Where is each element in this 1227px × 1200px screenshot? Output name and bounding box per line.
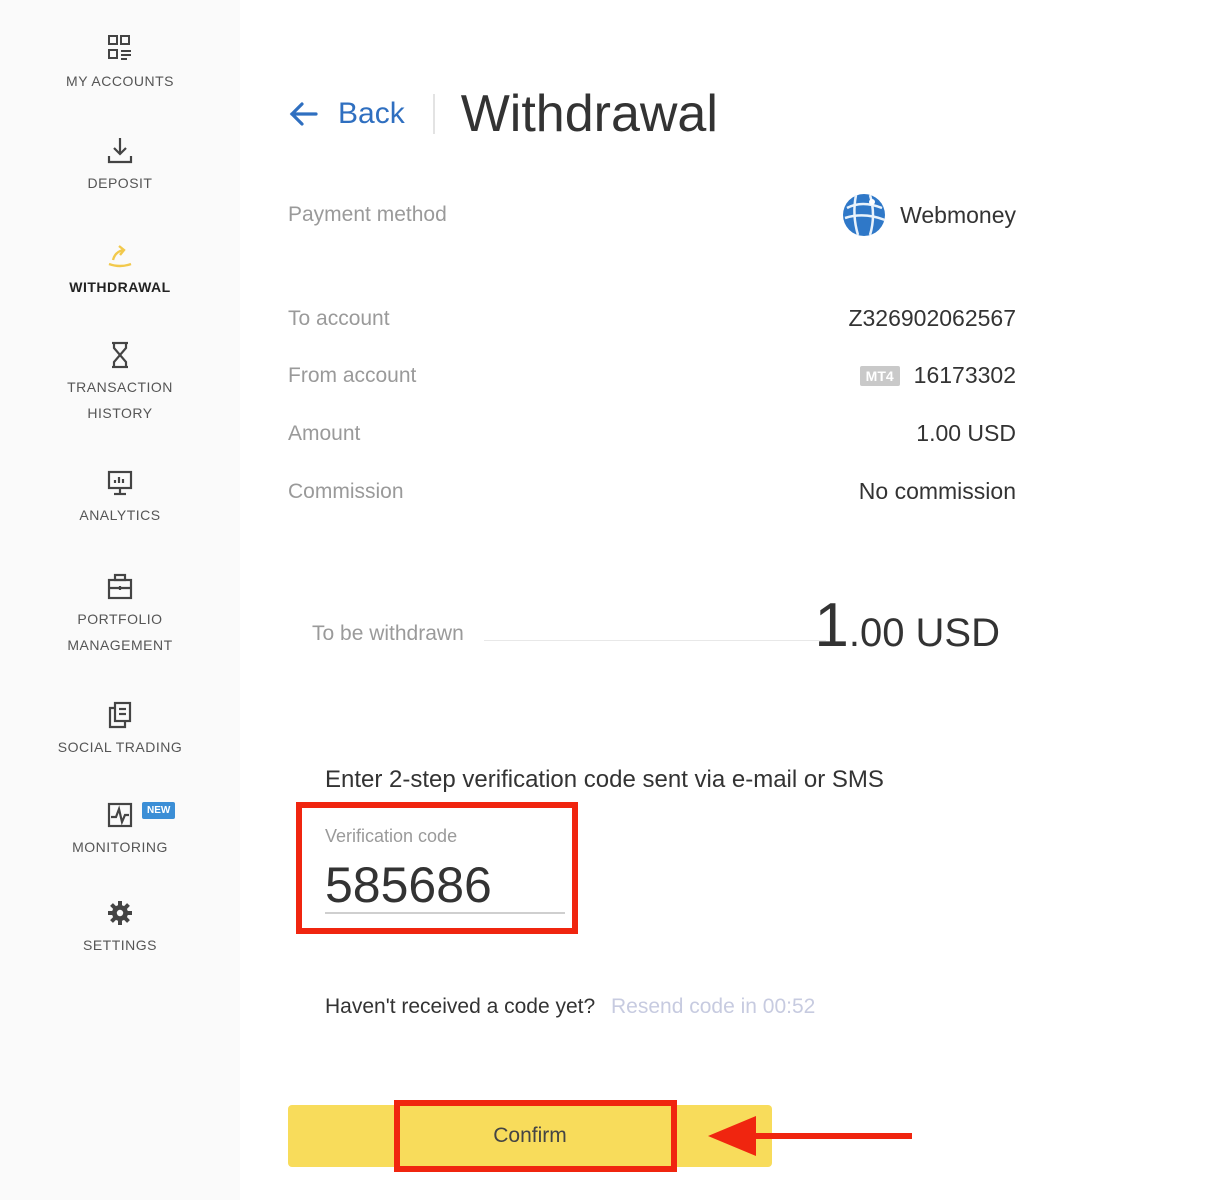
payment-method-row: Payment method Webmoney xyxy=(288,190,1016,240)
from-account-label: From account xyxy=(288,363,417,387)
sidebar-item-label: PORTFOLIO xyxy=(77,611,163,627)
sidebar-item-label: DEPOSIT xyxy=(87,175,153,191)
to-be-withdrawn-label: To be withdrawn xyxy=(312,622,464,645)
sidebar-item-social-trading[interactable]: SOCIAL TRADING xyxy=(0,700,240,760)
sidebar-item-my-accounts[interactable]: MY ACCOUNTS xyxy=(0,34,240,94)
sidebar-item-label: SETTINGS xyxy=(82,937,157,953)
sidebar-item-withdrawal[interactable]: WITHDRAWAL xyxy=(0,240,240,300)
from-account-number: 16173302 xyxy=(913,362,1016,388)
sidebar: MY ACCOUNTS DEPOSIT WITHDRAWAL TRANSACTI… xyxy=(0,0,240,1200)
to-account-label: To account xyxy=(288,306,390,330)
divider-line xyxy=(484,640,826,641)
commission-row: Commission No commission xyxy=(288,478,1016,505)
mt4-badge: MT4 xyxy=(859,365,900,386)
annotation-arrow-icon xyxy=(708,1116,912,1156)
resend-code-link[interactable]: Resend code in 00:52 xyxy=(611,995,815,1018)
main-panel: Back Withdrawal Payment method Webmoney … xyxy=(240,0,1227,1200)
back-label: Back xyxy=(338,97,405,130)
to-account-value: Z326902062567 xyxy=(848,305,1016,331)
commission-label: Commission xyxy=(288,479,404,503)
payment-method-label: Payment method xyxy=(288,203,447,226)
sidebar-item-label: MANAGEMENT xyxy=(67,637,173,653)
verification-highlight-box xyxy=(296,802,578,934)
payment-method-value: Webmoney xyxy=(842,190,1016,240)
verification-instruction: Enter 2-step verification code sent via … xyxy=(325,766,884,793)
amount-value: 1.00 USD xyxy=(916,420,1016,446)
gear-icon xyxy=(0,898,240,932)
back-button[interactable]: Back xyxy=(288,97,405,131)
to-be-withdrawn-row: To be withdrawn 1.00 USD xyxy=(312,590,1000,660)
payment-method-name: Webmoney xyxy=(900,201,1016,228)
amount-major: 1 xyxy=(814,591,849,660)
sidebar-item-label: SOCIAL TRADING xyxy=(57,739,183,755)
resend-row: Haven't received a code yet? Resend code… xyxy=(325,995,815,1019)
pulse-icon xyxy=(0,800,240,834)
sidebar-item-label: WITHDRAWAL xyxy=(69,279,171,295)
sidebar-item-label: MY ACCOUNTS xyxy=(66,73,174,89)
sidebar-item-monitoring[interactable]: NEW MONITORING xyxy=(0,800,240,860)
sidebar-item-analytics[interactable]: ANALYTICS xyxy=(0,468,240,528)
arrow-left-icon xyxy=(289,102,318,126)
sidebar-item-label: MONITORING xyxy=(72,839,168,855)
header: Back Withdrawal xyxy=(288,82,718,146)
from-account-value: MT4 16173302 xyxy=(859,362,1016,389)
accounts-grid-icon xyxy=(0,34,240,68)
sidebar-item-label: TRANSACTION xyxy=(67,379,173,395)
briefcase-icon xyxy=(0,572,240,606)
commission-value: No commission xyxy=(858,478,1016,504)
confirm-highlight-box xyxy=(394,1100,677,1172)
header-divider xyxy=(432,94,435,134)
to-account-row: To account Z326902062567 xyxy=(288,305,1016,332)
download-icon xyxy=(0,136,240,170)
amount-label: Amount xyxy=(288,421,361,445)
resend-question: Haven't received a code yet? xyxy=(325,995,596,1018)
sidebar-item-transaction-history[interactable]: TRANSACTION HISTORY xyxy=(0,340,240,426)
from-account-row: From account MT4 16173302 xyxy=(288,362,1016,389)
sidebar-item-portfolio-management[interactable]: PORTFOLIO MANAGEMENT xyxy=(0,572,240,658)
to-be-withdrawn-amount: 1.00 USD xyxy=(814,590,1000,661)
copy-pages-icon xyxy=(0,700,240,734)
sidebar-item-label: HISTORY xyxy=(87,405,153,421)
analytics-monitor-icon xyxy=(0,468,240,502)
sidebar-item-settings[interactable]: SETTINGS xyxy=(0,898,240,958)
withdrawal-icon xyxy=(0,240,240,274)
sidebar-item-deposit[interactable]: DEPOSIT xyxy=(0,136,240,196)
hourglass-icon xyxy=(0,340,240,374)
amount-rest: .00 USD xyxy=(848,611,1000,655)
sidebar-item-label: ANALYTICS xyxy=(79,507,161,523)
webmoney-globe-icon xyxy=(843,194,886,236)
new-badge: NEW xyxy=(142,802,176,819)
amount-row: Amount 1.00 USD xyxy=(288,420,1016,447)
page-title: Withdrawal xyxy=(460,85,718,143)
